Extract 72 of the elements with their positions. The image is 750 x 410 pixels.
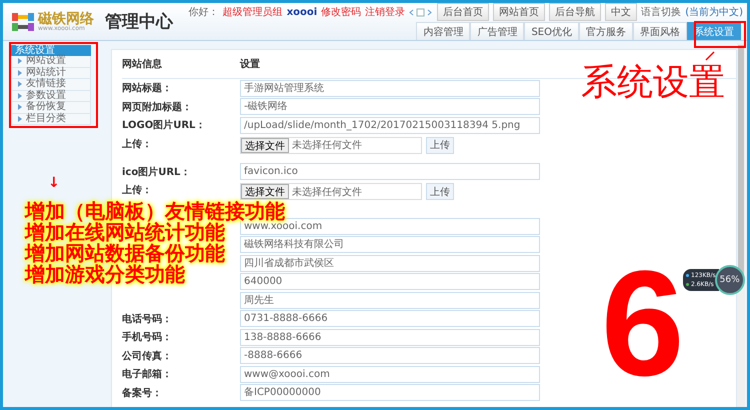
field-label: 电话号码： <box>122 314 172 325</box>
page-title: 管理中心 <box>105 11 173 33</box>
nav-tab[interactable]: 广告管理 <box>470 22 524 40</box>
input-field[interactable]: 备ICP00000000 <box>240 384 540 402</box>
greeting-text: 你好： <box>188 6 219 19</box>
input-field[interactable]: 0731-8888-6666 <box>240 310 540 328</box>
input-field[interactable]: /upLoad/slide/month_1702/20170215003118394 5.png <box>240 116 540 134</box>
highlight-frame <box>694 21 746 48</box>
input-field[interactable]: www@xoooi.com <box>240 366 540 383</box>
annotation-number: 6 <box>601 248 684 398</box>
header-link[interactable]: 修改密码 <box>321 5 362 19</box>
sidebar-item-label: 网站统计 <box>26 68 66 78</box>
role-link[interactable]: 超级管理员组 <box>222 5 283 19</box>
choose-file-button[interactable]: 选择文件 <box>241 184 289 199</box>
input-field[interactable]: 138-8888-6666 <box>240 328 540 346</box>
nav-tab[interactable]: 内容管理 <box>416 22 470 40</box>
sidebar-item-label: 栏目分类 <box>26 114 66 124</box>
annotation-arrow: ↓ <box>48 176 60 190</box>
header-button[interactable]: 中文 <box>605 3 638 21</box>
nav-tab[interactable]: 界面风格 <box>633 22 687 40</box>
header-button[interactable]: 网站首页 <box>493 3 546 21</box>
annotation-text: 增加在线网站统计功能 <box>25 222 225 243</box>
input-field[interactable]: 手游网站管理系统 <box>240 80 540 97</box>
sidebar-item-label: 参数设置 <box>26 90 66 100</box>
sidebar-title: 系统设置 <box>11 45 91 56</box>
input-field[interactable]: 磁铁网络科技有限公司 <box>240 236 540 254</box>
language-label: 语言切换 <box>641 6 682 19</box>
field-label: 上传： <box>122 185 152 196</box>
sidebar-item-label: 友情链接 <box>26 79 66 90</box>
input-field[interactable]: 640000 <box>240 273 540 290</box>
username-text: xoooi <box>286 6 318 18</box>
field-label: ico图片URL： <box>122 166 190 178</box>
choose-file-button[interactable]: 选择文件 <box>241 138 289 152</box>
column-header: 网站信息 <box>122 58 163 71</box>
pager-arrows-icon[interactable] <box>409 8 434 16</box>
nav-tab[interactable]: SEO优化 <box>524 22 579 40</box>
input-field[interactable]: favicon.ico <box>240 163 540 180</box>
field-label: 公司传真： <box>122 350 172 362</box>
upload-button[interactable]: 上传 <box>426 183 454 200</box>
upload-button[interactable]: 上传 <box>426 136 454 154</box>
field-label: 电子邮箱： <box>122 369 172 380</box>
header-link[interactable]: 注销登录 <box>365 5 406 19</box>
sidebar-item[interactable]: 网站统计 <box>11 68 91 79</box>
field-label: 备案号： <box>122 388 162 399</box>
field-label: 上传： <box>122 138 152 150</box>
current-language-text: (当前为中文) <box>685 6 743 19</box>
column-header: 设置 <box>240 58 260 71</box>
sidebar-item[interactable]: 备份恢复 <box>11 102 91 114</box>
annotation-text: 增加网站数据备份功能 <box>25 243 225 264</box>
sidebar-item[interactable]: 网站设置 <box>11 56 91 68</box>
nav-tab[interactable]: 官方服务 <box>579 22 633 40</box>
field-label: LOGO图片URL： <box>122 120 206 132</box>
header-button[interactable]: 后台首页 <box>437 3 490 21</box>
input-field[interactable]: -磁铁网络 <box>240 98 540 116</box>
input-field[interactable]: 四川省成都市武侯区 <box>240 254 540 272</box>
field-label: 网页附加标题： <box>122 102 192 113</box>
input-field[interactable]: -8888-6666 <box>240 347 540 364</box>
sidebar-item-label: 网站设置 <box>26 56 66 66</box>
logo-icon <box>11 10 35 32</box>
sidebar-item[interactable]: 参数设置 <box>11 90 91 102</box>
sidebar-item[interactable]: 栏目分类 <box>11 114 91 125</box>
field-label: 手机号码： <box>122 332 172 344</box>
file-input[interactable]: 选择文件 未选择任何文件 <box>240 183 422 200</box>
annotation-text: 增加游戏分类功能 <box>25 264 185 285</box>
sidebar-item-label: 备份恢复 <box>26 102 66 112</box>
logo-name: 磁铁网络 <box>38 12 94 26</box>
sidebar-item[interactable]: 友情链接 <box>11 79 91 90</box>
field-label: 网站标题： <box>122 83 172 94</box>
file-input[interactable]: 选择文件 未选择任何文件 <box>240 136 422 154</box>
header-button[interactable]: 后台导航 <box>549 3 602 21</box>
annotation-title: 系统设置 <box>581 63 725 103</box>
input-field[interactable]: 周先生 <box>240 292 540 309</box>
